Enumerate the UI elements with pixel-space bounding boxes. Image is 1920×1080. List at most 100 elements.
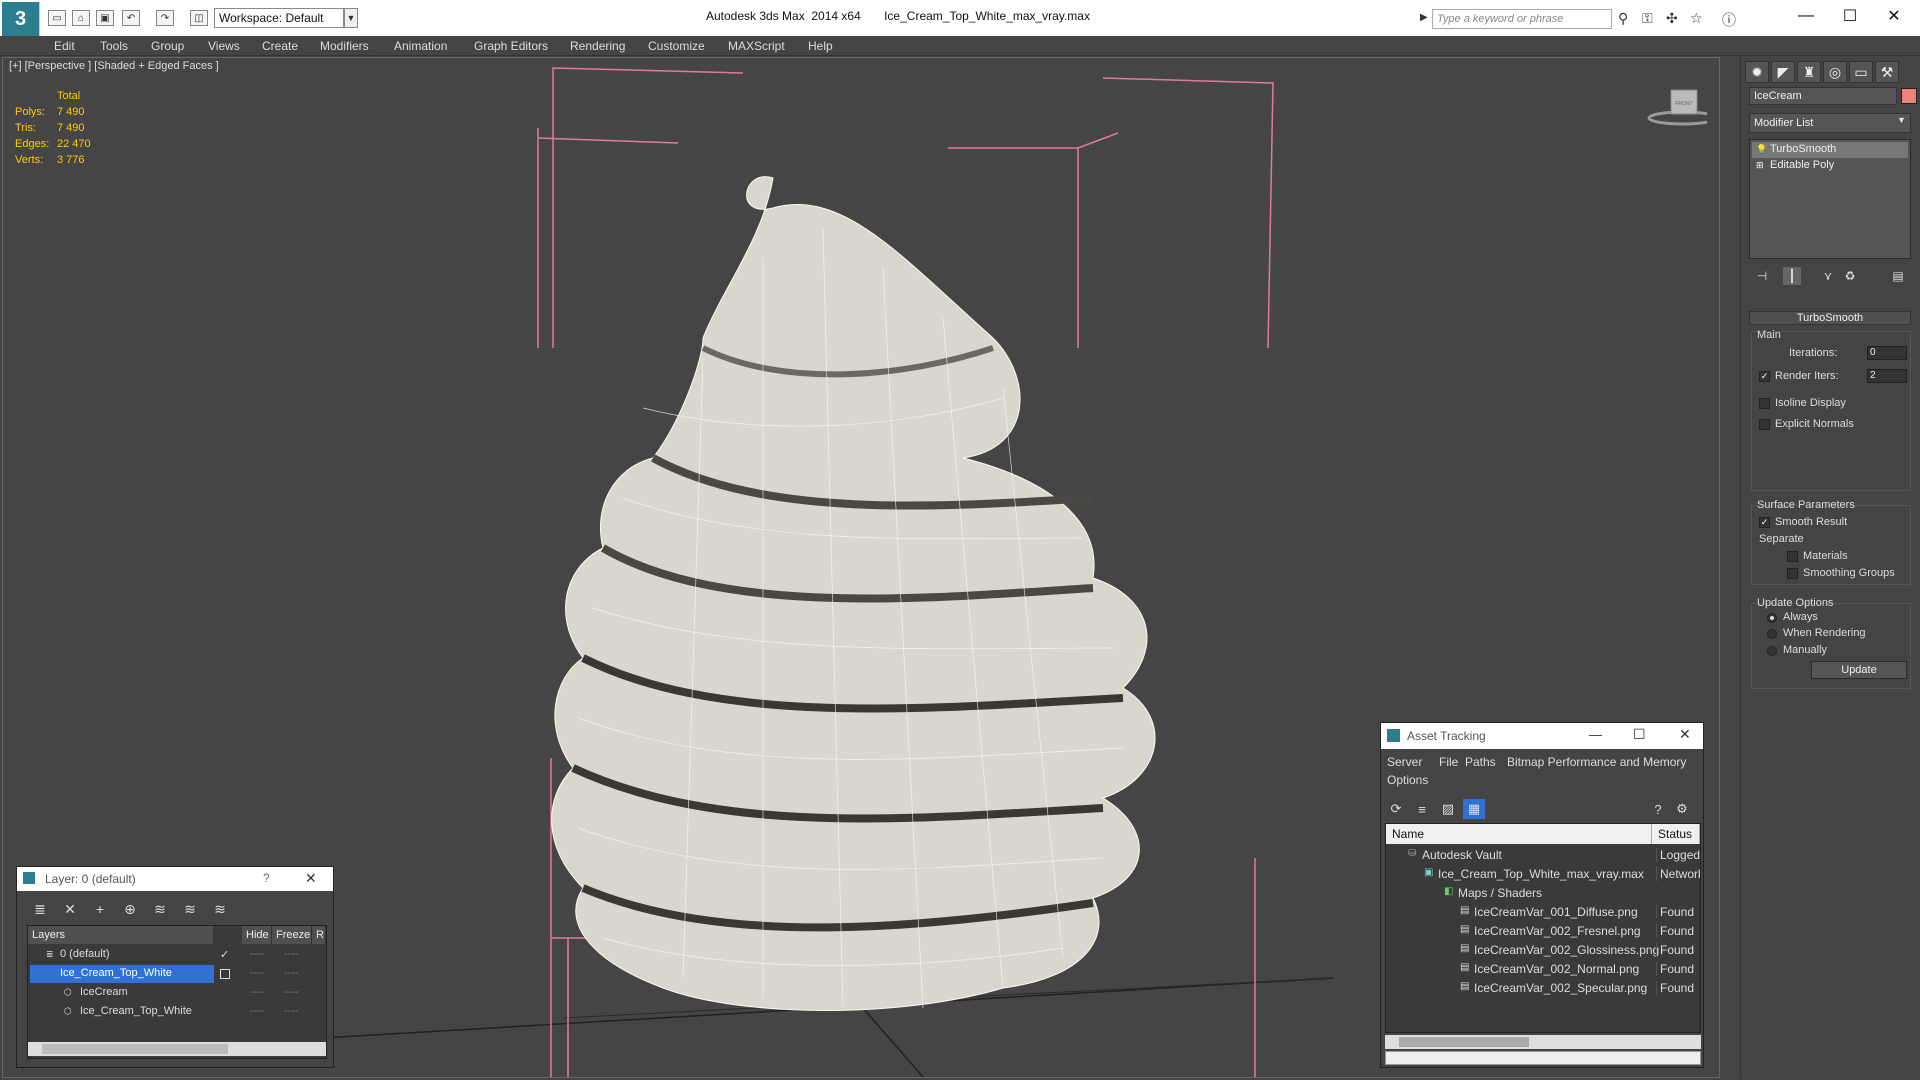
pin-stack-icon[interactable]: ⊣ (1753, 267, 1771, 285)
hide-toggle[interactable]: ---- (250, 948, 265, 960)
table-view-icon[interactable]: ▦ (1463, 799, 1485, 819)
image-view-icon[interactable]: ▨ (1437, 799, 1459, 819)
create-tab-icon[interactable]: ✹ (1745, 61, 1769, 83)
iterations-spinner[interactable]: 0 (1867, 346, 1907, 360)
menu-rendering[interactable]: Rendering (570, 39, 625, 53)
show-end-result-icon[interactable]: ┃ (1783, 267, 1801, 285)
freeze-toggle[interactable]: ---- (284, 948, 299, 960)
table-row[interactable]: ⬡ Ice_Cream_Top_White ---- ---- (28, 1003, 326, 1022)
new-file-icon[interactable]: ▭ (48, 10, 66, 26)
render-column-header[interactable]: R (312, 926, 326, 944)
help-icon[interactable]: ? (1647, 799, 1669, 819)
modifier-list-dropdown[interactable]: Modifier List (1749, 113, 1911, 133)
smoothing-groups-checkbox[interactable] (1787, 568, 1798, 579)
scrollbar-thumb[interactable] (1399, 1037, 1529, 1047)
menu-group[interactable]: Group (151, 39, 184, 53)
table-row[interactable]: ◧ Maps / Shaders (1386, 884, 1700, 903)
name-column-header[interactable]: Name (1386, 824, 1652, 844)
select-in-layer-icon[interactable]: ⊕ (119, 899, 141, 919)
redo-icon[interactable]: ↷ (156, 10, 174, 26)
display-tab-icon[interactable]: ▭ (1849, 61, 1873, 83)
horizontal-scrollbar[interactable] (28, 1042, 326, 1056)
menu-tools[interactable]: Tools (100, 39, 128, 53)
make-unique-icon[interactable]: ⋎ (1819, 267, 1837, 285)
menu-edit[interactable]: Edit (54, 39, 75, 53)
hierarchy-tab-icon[interactable]: ♜ (1797, 61, 1821, 83)
chevron-down-icon[interactable]: ▼ (1897, 115, 1906, 125)
hide-toggle[interactable]: ---- (250, 1005, 265, 1017)
save-icon[interactable]: ▣ (96, 10, 114, 26)
viewport-label[interactable]: [+] [Perspective ] [Shaded + Edged Faces… (9, 60, 219, 72)
layers-column-header[interactable]: Layers (28, 926, 214, 944)
modify-tab-icon[interactable]: ◤ (1771, 61, 1795, 83)
close-button[interactable]: ✕ (1872, 4, 1916, 28)
materials-checkbox[interactable] (1787, 551, 1798, 562)
table-row[interactable]: ▣ Ice_Cream_Top_White_max_vray.max Netwo… (1386, 865, 1700, 884)
menu-options[interactable]: Options (1387, 773, 1428, 787)
plus-box-icon[interactable]: ⊞ (1756, 160, 1766, 170)
workspace-dropdown[interactable]: Workspace: Default (214, 8, 344, 28)
configure-sets-icon[interactable]: ▤ (1889, 267, 1907, 285)
menu-bitmap-performance[interactable]: Bitmap Performance and Memory (1507, 755, 1686, 769)
layer-stack-icon[interactable]: ≣ (29, 899, 51, 919)
object-name-field[interactable]: IceCream (1749, 87, 1897, 105)
close-button[interactable]: ✕ (305, 870, 317, 887)
maximize-button[interactable]: ☐ (1828, 4, 1872, 28)
freeze-toggle[interactable]: ---- (284, 967, 299, 979)
menu-customize[interactable]: Customize (648, 39, 705, 53)
object-color-swatch[interactable] (1901, 88, 1917, 104)
menu-paths[interactable]: Paths (1465, 755, 1496, 769)
motion-tab-icon[interactable]: ◎ (1823, 61, 1847, 83)
when-rendering-radio[interactable] (1767, 629, 1777, 639)
hide-all-layers-icon[interactable]: ≋ (179, 899, 201, 919)
freeze-toggle[interactable]: ---- (284, 1005, 299, 1017)
table-row[interactable]: ⛁ Autodesk Vault Logged O (1386, 846, 1700, 865)
exchange-icon[interactable]: ✣ (1666, 10, 1678, 27)
table-row[interactable]: ▤ IceCreamVar_002_Glossiness.png Found (1386, 941, 1700, 960)
star-icon[interactable]: ☆ (1690, 10, 1703, 27)
current-layer-check[interactable]: ✓ (220, 948, 229, 961)
menu-create[interactable]: Create (262, 39, 298, 53)
horizontal-scrollbar[interactable] (1385, 1035, 1701, 1049)
status-column-header[interactable]: Status (1652, 824, 1700, 844)
table-row[interactable]: ≣ Ice_Cream_Top_White ---- ---- (28, 965, 326, 984)
highlight-layer-icon[interactable]: ≋ (149, 899, 171, 919)
hide-toggle[interactable]: ---- (250, 967, 265, 979)
table-row[interactable]: ▤ IceCreamVar_002_Normal.png Found (1386, 960, 1700, 979)
chevron-down-icon[interactable]: ▼ (344, 8, 358, 28)
maximize-button[interactable]: ☐ (1633, 726, 1646, 743)
help-icon[interactable]: ⓘ (1722, 10, 1736, 30)
render-iters-checkbox[interactable]: ✓ (1759, 371, 1770, 382)
manually-radio[interactable] (1767, 646, 1777, 656)
project-folder-icon[interactable]: ◫ (190, 10, 208, 26)
delete-layer-icon[interactable]: ✕ (59, 899, 81, 919)
table-row[interactable]: ▤ IceCreamVar_001_Diffuse.png Found (1386, 903, 1700, 922)
settings-icon[interactable]: ⚙ (1671, 799, 1693, 819)
explicit-normals-checkbox[interactable] (1759, 419, 1770, 430)
freeze-all-layers-icon[interactable]: ≋ (209, 899, 231, 919)
scrollbar-thumb[interactable] (42, 1044, 228, 1054)
asset-tracking-titlebar[interactable]: Asset Tracking — ☐ ✕ (1381, 723, 1703, 749)
utilities-tab-icon[interactable]: ⚒ (1875, 61, 1899, 83)
table-row[interactable]: ≣ 0 (default) ✓ ---- ---- (28, 946, 326, 965)
smooth-result-checkbox[interactable]: ✓ (1759, 517, 1770, 528)
menu-modifiers[interactable]: Modifiers (320, 39, 369, 53)
viewcube[interactable]: FRONT (1643, 86, 1719, 126)
hide-column-header[interactable]: Hide (242, 926, 272, 944)
help-icon[interactable]: ? (263, 871, 270, 885)
menu-file[interactable]: File (1439, 755, 1458, 769)
menu-views[interactable]: Views (208, 39, 240, 53)
menu-server[interactable]: Server (1387, 755, 1422, 769)
stack-item-turbosmooth[interactable]: 💡 TurboSmooth (1752, 142, 1908, 158)
menu-maxscript[interactable]: MAXScript (728, 39, 785, 53)
table-row[interactable]: ⬡ IceCream ---- ---- (28, 984, 326, 1003)
close-button[interactable]: ✕ (1679, 726, 1691, 743)
menu-animation[interactable]: Animation (394, 39, 447, 53)
app-logo-icon[interactable]: 3 (2, 2, 40, 36)
always-radio[interactable] (1767, 613, 1777, 623)
list-view-icon[interactable]: ≡ (1411, 799, 1433, 819)
freeze-toggle[interactable]: ---- (284, 986, 299, 998)
key-icon[interactable]: ⚿ (1642, 10, 1653, 27)
binoculars-icon[interactable]: ⚲ (1618, 10, 1628, 27)
remove-modifier-icon[interactable]: ♻ (1841, 267, 1859, 285)
